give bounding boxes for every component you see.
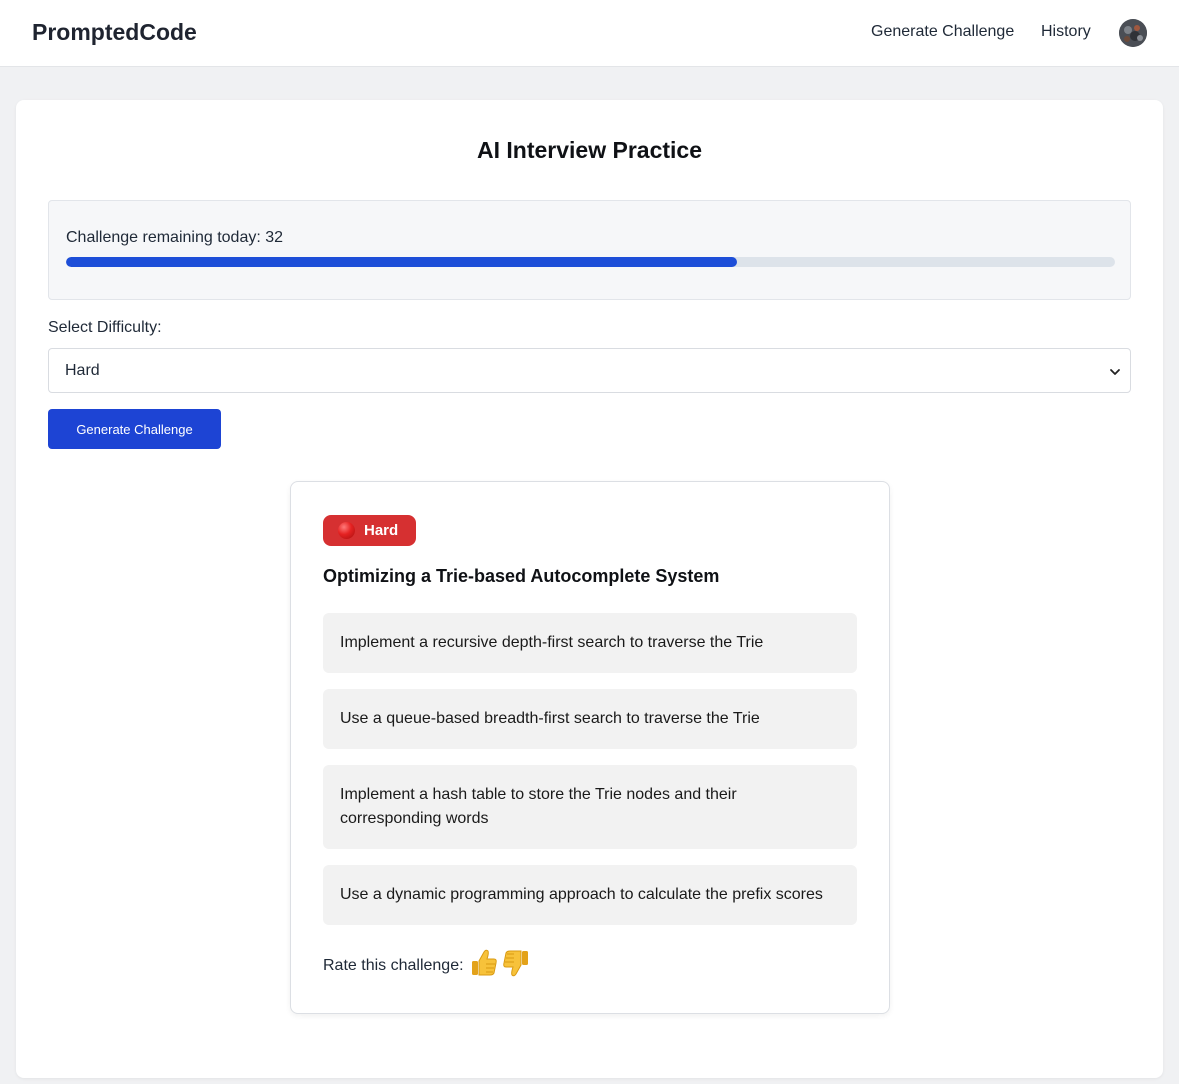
navbar: PromptedCode Generate Challenge History [0, 0, 1179, 67]
answer-option[interactable]: Use a dynamic programming approach to ca… [323, 865, 857, 925]
main-card: AI Interview Practice Challenge remainin… [16, 100, 1163, 1078]
chevron-down-icon [1110, 369, 1120, 375]
quota-panel: Challenge remaining today: 32 [48, 200, 1131, 300]
rating-label: Rate this challenge: [323, 957, 464, 974]
brand-logo[interactable]: PromptedCode [32, 19, 197, 46]
quota-progress-fill [66, 257, 738, 267]
page-title: AI Interview Practice [477, 137, 702, 163]
quota-progress-bar [66, 257, 1115, 267]
thumbs-up-icon[interactable] [470, 948, 498, 978]
answer-option[interactable]: Use a queue-based breadth-first search t… [323, 689, 857, 749]
difficulty-badge-label: Hard [364, 522, 399, 539]
avatar[interactable] [1119, 19, 1147, 47]
answer-options: Implement a recursive depth-first search… [323, 613, 857, 941]
answer-option[interactable]: Implement a recursive depth-first search… [323, 613, 857, 673]
nav-history[interactable]: History [1041, 23, 1091, 41]
answer-option[interactable]: Implement a hash table to store the Trie… [323, 765, 857, 849]
challenge-card: Hard Optimizing a Trie-based Autocomplet… [290, 481, 890, 1014]
difficulty-label: Select Difficulty: [48, 319, 162, 336]
generate-challenge-button[interactable]: Generate Challenge [48, 409, 221, 449]
nav-generate-challenge[interactable]: Generate Challenge [871, 23, 1014, 41]
challenge-title: Optimizing a Trie-based Autocomplete Sys… [323, 566, 720, 586]
difficulty-select[interactable]: Hard [48, 348, 1131, 393]
thumbs-down-icon[interactable] [502, 948, 530, 978]
difficulty-selected-value: Hard [65, 362, 100, 379]
quota-text: Challenge remaining today: 32 [66, 229, 284, 246]
red-circle-icon [338, 522, 355, 539]
difficulty-badge: Hard [323, 515, 416, 546]
